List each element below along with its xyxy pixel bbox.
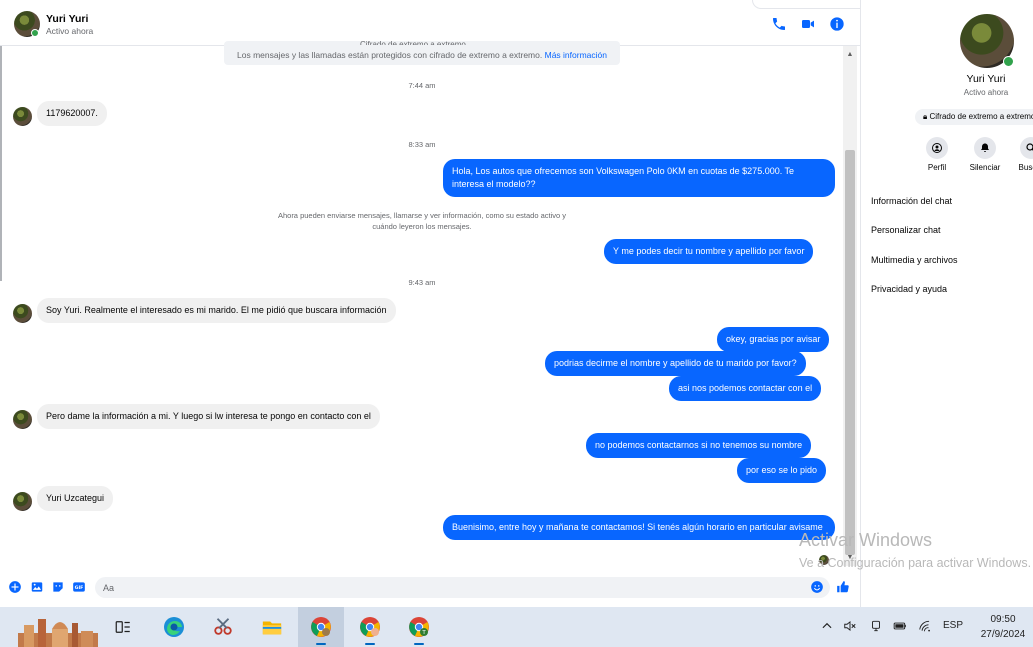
window-edge: [0, 46, 2, 281]
activate-windows-subtitle: Ve a Configuración para activar Windows.: [799, 556, 1032, 570]
customize-chat-link[interactable]: Personalizar chat: [871, 225, 941, 235]
mute-action[interactable]: Silenciar: [963, 137, 1007, 172]
file-explorer-icon[interactable]: [249, 607, 295, 647]
search-action[interactable]: Buscar: [1009, 137, 1033, 172]
device-icon[interactable]: [869, 619, 883, 633]
sender-avatar: [13, 107, 32, 126]
encryption-badge-label: Cifrado de extremo a extremo: [929, 112, 1033, 121]
taskbar: T ESP 09:50 27/9/2024: [0, 607, 1033, 647]
panel-online-indicator: [1003, 56, 1014, 67]
panel-contact-name: Yuri Yuri: [966, 73, 1006, 85]
chat-window: Yuri Yuri Activo ahora Los mensajes y la…: [0, 0, 860, 607]
chat-info-link[interactable]: Información del chat: [871, 196, 952, 206]
message-outgoing: no podemos contactarnos si no tenemos su…: [586, 433, 812, 458]
battery-icon[interactable]: [893, 619, 907, 633]
sender-avatar: [13, 492, 32, 511]
timestamp: 7:44 am: [408, 81, 436, 90]
details-panel: Yuri Yuri Activo ahora 🔒︎ Cifrado de ext…: [860, 0, 1033, 607]
composer-bar: GIF: [0, 575, 860, 600]
svg-text:GIF: GIF: [75, 585, 84, 591]
mute-action-label: Silenciar: [969, 163, 1001, 172]
scrollbar-thumb[interactable]: [845, 150, 855, 555]
chrome-icon-active[interactable]: [298, 607, 344, 647]
contact-name[interactable]: Yuri Yuri: [46, 13, 88, 25]
contact-status: Activo ahora: [46, 26, 94, 36]
media-files-link[interactable]: Multimedia y archivos: [871, 255, 958, 265]
language-indicator[interactable]: ESP: [943, 620, 963, 631]
encryption-heading-cut: Cifrado de extremo a extremo: [360, 40, 466, 45]
sender-avatar: [13, 304, 32, 323]
profile-action-label: Perfil: [927, 163, 947, 172]
message-outgoing: asi nos podemos contactar con el: [669, 376, 822, 401]
svg-text:T: T: [421, 630, 426, 636]
profile-icon: [926, 137, 948, 159]
speaker-muted-icon[interactable]: [843, 619, 857, 633]
like-icon[interactable]: [836, 580, 850, 594]
message-outgoing: Buenisimo, entre hoy y mañana te contact…: [443, 515, 835, 540]
clock-date: 27/9/2024: [980, 629, 1026, 640]
timestamp: 8:33 am: [408, 140, 436, 149]
search-action-label: Buscar: [1018, 163, 1033, 172]
message-outgoing: podrias decirme el nombre y apellido de …: [545, 351, 806, 376]
search-icon: [1020, 137, 1033, 159]
scroll-up-arrow[interactable]: ▲: [845, 50, 855, 60]
activate-windows-title: Activar Windows: [799, 530, 933, 550]
chrome-profile-icon[interactable]: [347, 607, 393, 647]
system-message: Ahora pueden enviarse mensajes, llamarse…: [277, 211, 567, 231]
message-outgoing: Y me podes decir tu nombre y apellido po…: [604, 239, 814, 264]
emoji-icon[interactable]: [810, 580, 824, 594]
active-indicator: [316, 643, 326, 645]
weather-widget[interactable]: [18, 611, 98, 647]
gif-icon[interactable]: GIF: [72, 580, 86, 594]
encryption-notice-text: Los mensajes y las llamadas están proteg…: [237, 50, 543, 60]
bell-icon: [974, 137, 996, 159]
profile-action[interactable]: Perfil: [915, 137, 959, 172]
info-icon[interactable]: [829, 16, 845, 32]
panel-contact-status: Activo ahora: [963, 88, 1009, 97]
message-incoming: 1179620007.: [37, 101, 107, 126]
open-indicator: [414, 643, 424, 645]
clock-time: 09:50: [990, 614, 1016, 625]
encryption-badge[interactable]: 🔒︎ Cifrado de extremo a extremo: [915, 109, 1033, 125]
message-outgoing: okey, gracias por avisar: [717, 327, 830, 352]
task-view-icon[interactable]: [100, 607, 146, 647]
timestamp: 9:43 am: [408, 278, 436, 287]
chevron-up-icon[interactable]: [820, 619, 834, 633]
message-incoming: Yuri Uzcategui: [37, 486, 114, 511]
message-input[interactable]: [95, 577, 785, 598]
privacy-help-link[interactable]: Privacidad y ayuda: [871, 284, 947, 294]
image-icon[interactable]: [30, 580, 44, 594]
message-incoming: Pero dame la información a mi. Y luego s…: [37, 404, 380, 429]
lock-icon: 🔒︎: [923, 112, 928, 121]
message-outgoing: por eso se lo pido: [737, 458, 827, 483]
message-outgoing: Hola, Los autos que ofrecemos son Volksw…: [443, 159, 835, 197]
video-call-icon[interactable]: [800, 16, 816, 32]
clock[interactable]: 09:50 27/9/2024: [975, 612, 1031, 642]
sender-avatar: [13, 410, 32, 429]
edge-icon[interactable]: [151, 607, 197, 647]
message-input-box[interactable]: [95, 577, 830, 598]
phone-icon[interactable]: [771, 16, 787, 32]
chrome-profile-t-icon[interactable]: T: [396, 607, 442, 647]
online-indicator: [31, 29, 39, 37]
plus-icon[interactable]: [8, 580, 22, 594]
sticker-icon[interactable]: [51, 580, 65, 594]
more-info-link[interactable]: Más información: [545, 50, 607, 60]
open-indicator: [365, 643, 375, 645]
snipping-tool-icon[interactable]: [200, 607, 246, 647]
message-incoming: Soy Yuri. Realmente el interesado es mi …: [37, 298, 396, 323]
wifi-icon[interactable]: [918, 619, 932, 633]
